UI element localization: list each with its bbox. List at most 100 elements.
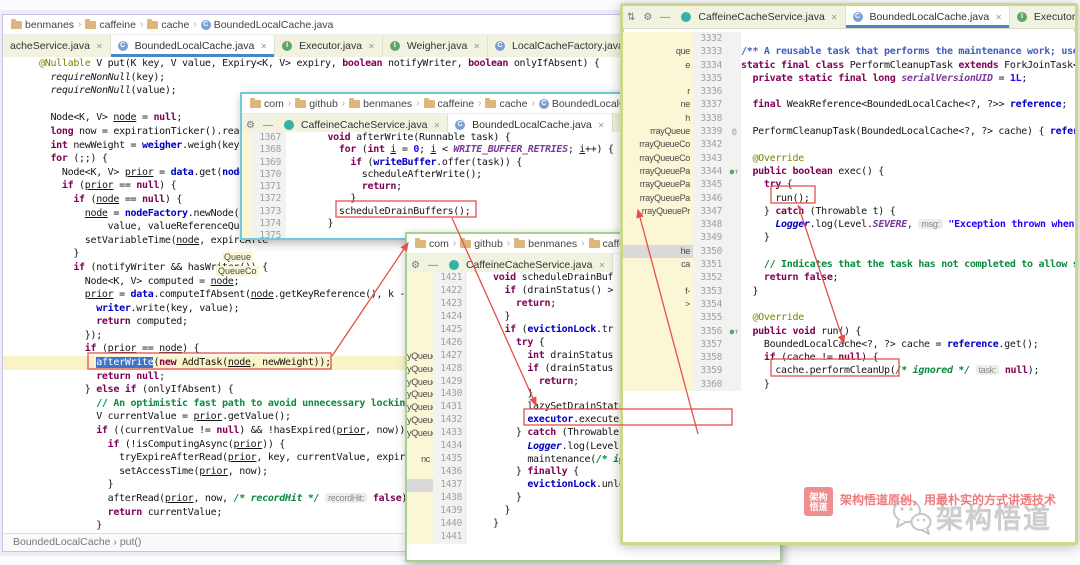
line-number[interactable]: 3332 <box>693 32 727 46</box>
tab-close-icon[interactable]: ✕ <box>368 42 375 51</box>
code-editor[interactable]: 3332 que 3333 /** A reusable task that perf… <box>623 32 1075 542</box>
breadcrumb-item-caffeine[interactable]: caffeine <box>85 18 136 31</box>
line-number[interactable]: 3333 <box>693 45 727 59</box>
code-editor[interactable]: 1367 void afterWrite(Runnable task) {136… <box>242 132 625 238</box>
line-number[interactable]: 3360 <box>693 377 727 392</box>
line-number[interactable]: 1428 <box>433 362 467 376</box>
tab-close-icon[interactable]: ✕ <box>260 42 267 51</box>
tab-close-icon[interactable]: ✕ <box>433 121 440 130</box>
line-number[interactable]: 3349 <box>693 231 727 245</box>
breadcrumb-item-cache[interactable]: cache <box>485 97 528 110</box>
override-gutter-icon[interactable]: ●↑ <box>727 324 741 338</box>
tab-caffeinecacheservice-java[interactable]: CaffeineCacheService.java ✕ <box>674 6 846 28</box>
breadcrumb-item-com[interactable]: com <box>415 237 449 250</box>
line-number[interactable]: 1374 <box>252 218 286 231</box>
breadcrumb-separator: › <box>531 98 535 109</box>
line-number[interactable]: 1437 <box>433 479 467 492</box>
breadcrumb-item-benmanes[interactable]: benmanes <box>11 18 74 31</box>
code-text: // Indicates that the task has not compl… <box>741 259 1075 271</box>
line-number[interactable]: 3338 <box>693 111 727 126</box>
line-number[interactable]: 1424 <box>433 310 467 324</box>
line-number[interactable]: 3350 <box>693 244 727 259</box>
tab-executor-java[interactable]: IExecutor.java✕ <box>275 35 383 57</box>
breadcrumb-item-caffeine[interactable]: caffeine <box>423 97 474 110</box>
line-number[interactable]: 1438 <box>433 491 467 505</box>
line-number[interactable]: 3337 <box>693 98 727 112</box>
line-number[interactable]: 3353 <box>693 284 727 298</box>
line-number[interactable]: 1429 <box>433 375 467 389</box>
line-number[interactable]: 1439 <box>433 504 467 518</box>
line-number[interactable]: 3355 <box>693 311 727 325</box>
line-number[interactable]: 1422 <box>433 284 467 298</box>
tab-close-icon[interactable]: ✕ <box>598 121 605 130</box>
line-number[interactable]: 1371 <box>252 181 286 194</box>
line-number[interactable]: 1440 <box>433 517 467 531</box>
line-number[interactable]: 3356 <box>693 324 727 338</box>
line-number[interactable]: 3354 <box>693 297 727 312</box>
line-number[interactable]: 1426 <box>433 336 467 350</box>
tab-acheservice-java[interactable]: acheService.java ✕ <box>3 35 111 57</box>
line-number[interactable]: 3347 <box>693 204 727 219</box>
tab-boundedlocalcache-java[interactable]: C BoundedLocalCache.java ✕ <box>110 35 276 57</box>
line-number[interactable]: 1425 <box>433 323 467 337</box>
line-number[interactable]: 1367 <box>252 132 286 145</box>
line-number[interactable]: 3352 <box>693 271 727 285</box>
gear-icon[interactable]: ⚙ <box>639 6 656 28</box>
override-gutter-icon[interactable]: ●↑ <box>727 164 741 179</box>
tab-boundedlocalcache-java[interactable]: C BoundedLocalCache.java ✕ <box>845 6 1010 28</box>
line-number[interactable]: 3335 <box>693 71 727 86</box>
breadcrumb-item-com[interactable]: com <box>250 97 284 110</box>
line-number[interactable]: 1373 <box>252 205 286 219</box>
line-number[interactable]: 3346 <box>693 191 727 205</box>
breadcrumb-item-github[interactable]: github <box>295 97 338 110</box>
breadcrumb-item-github[interactable]: github <box>460 237 503 250</box>
tab-executor-java[interactable]: IExecutor.java✕ <box>1010 6 1075 28</box>
breadcrumb-item-cache[interactable]: cache <box>147 18 189 31</box>
line-number[interactable]: 3339 <box>693 125 727 139</box>
tab-close-icon[interactable]: ✕ <box>473 42 480 51</box>
line-number[interactable]: 1430 <box>433 388 467 402</box>
tab-close-icon[interactable]: ✕ <box>96 42 103 51</box>
service-icon <box>283 120 294 130</box>
line-number[interactable]: 1435 <box>433 453 467 467</box>
line-number[interactable]: 1369 <box>252 156 286 169</box>
line-number[interactable]: 1372 <box>252 193 286 206</box>
navigate-icon[interactable]: ⇅ <box>623 6 639 28</box>
line-number[interactable]: 3334 <box>693 58 727 72</box>
breadcrumb-item-boundedlocalcache-java[interactable]: CBoundedLocalCache.java <box>200 19 333 31</box>
line-number[interactable]: 1368 <box>252 144 286 157</box>
line-number[interactable]: 3342 <box>693 138 727 152</box>
line-number[interactable]: 1432 <box>433 414 467 428</box>
tab-close-icon[interactable]: ✕ <box>831 13 838 22</box>
line-number[interactable]: 3345 <box>693 178 727 192</box>
line-number[interactable]: 1421 <box>433 272 467 285</box>
line-number[interactable]: 3357 <box>693 337 727 352</box>
line-number[interactable]: 3344 <box>693 164 727 179</box>
line-number[interactable]: 3351 <box>693 258 727 272</box>
line-number[interactable]: 1431 <box>433 401 467 415</box>
line-number[interactable]: 3343 <box>693 151 727 165</box>
line-number[interactable]: 3348 <box>693 218 727 232</box>
line-number[interactable]: 3359 <box>693 364 727 378</box>
hide-icon[interactable]: — <box>656 6 674 28</box>
code-line: 1367 void afterWrite(Runnable task) { <box>242 132 625 145</box>
line-number[interactable]: 3358 <box>693 351 727 365</box>
breadcrumb-item-boundedlocalcache-java[interactable]: CBoundedLocalCache.java <box>538 98 625 110</box>
tab-close-icon[interactable]: ✕ <box>995 13 1002 22</box>
annotation-gutter-icon[interactable]: @ <box>727 125 741 139</box>
breadcrumb-item-benmanes[interactable]: benmanes <box>514 237 577 250</box>
tab-localcachefactory-java[interactable]: CLocalCacheFactory.java✕ <box>488 35 639 57</box>
tab-close-icon[interactable]: ✕ <box>598 261 605 270</box>
line-number[interactable]: 1423 <box>433 297 467 311</box>
line-number[interactable]: 1434 <box>433 440 467 454</box>
line-number[interactable]: 1433 <box>433 427 467 441</box>
line-number[interactable]: 1370 <box>252 168 286 182</box>
line-number[interactable]: 3336 <box>693 85 727 99</box>
line-number[interactable]: 1427 <box>433 349 467 363</box>
line-number[interactable]: 1375 <box>252 230 286 238</box>
breadcrumb-item-benmanes[interactable]: benmanes <box>349 97 412 110</box>
tab-weigher-java[interactable]: I Weigher.java ✕ <box>383 35 489 57</box>
line-number[interactable]: 1441 <box>433 530 467 544</box>
gutter-spacer <box>727 178 741 192</box>
line-number[interactable]: 1436 <box>433 466 467 479</box>
